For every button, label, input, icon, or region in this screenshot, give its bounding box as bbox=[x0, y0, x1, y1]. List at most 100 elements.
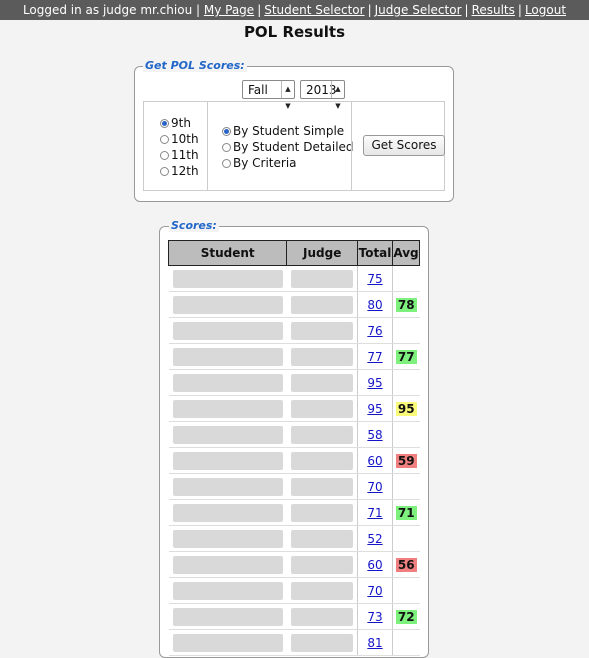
nav-separator: | bbox=[257, 3, 262, 17]
radio-button[interactable] bbox=[160, 118, 169, 128]
logout-link[interactable]: Logout bbox=[525, 3, 566, 17]
avg-column-header: Avg bbox=[392, 240, 420, 266]
student-name-cell bbox=[168, 369, 287, 396]
total-cell: 80 bbox=[357, 291, 393, 318]
student-name-cell bbox=[168, 603, 287, 630]
table-row: 80 78 bbox=[168, 291, 420, 318]
mode-radio-option[interactable]: By Criteria bbox=[222, 155, 354, 171]
redacted-student-name bbox=[172, 451, 283, 470]
total-score-link[interactable]: 70 bbox=[367, 584, 382, 598]
redacted-judge-name bbox=[290, 269, 354, 288]
redacted-student-name bbox=[172, 477, 283, 496]
table-row: 75 bbox=[168, 265, 420, 292]
radio-button[interactable] bbox=[222, 126, 231, 136]
total-score-link[interactable]: 70 bbox=[367, 480, 382, 494]
redacted-student-name bbox=[172, 581, 283, 600]
grade-radio-option[interactable]: 12th bbox=[160, 163, 199, 179]
redacted-student-name bbox=[172, 503, 283, 522]
radio-selected-dot bbox=[224, 128, 229, 134]
total-score-link[interactable]: 80 bbox=[367, 298, 382, 312]
student-name-cell bbox=[168, 291, 287, 318]
grade-radio-option[interactable]: 9th bbox=[160, 115, 199, 131]
total-score-link[interactable]: 81 bbox=[367, 636, 382, 650]
redacted-judge-name bbox=[290, 399, 354, 418]
get-scores-legend: Get POL Scores: bbox=[143, 59, 247, 72]
avg-cell bbox=[392, 525, 420, 552]
student-selector-link[interactable]: Student Selector bbox=[264, 3, 364, 17]
total-cell: 70 bbox=[357, 577, 393, 604]
student-name-cell bbox=[168, 447, 287, 474]
avg-cell bbox=[392, 577, 420, 604]
judge-selector-link[interactable]: Judge Selector bbox=[375, 3, 462, 17]
table-row: 70 bbox=[168, 577, 420, 604]
judge-name-cell bbox=[286, 525, 358, 552]
judge-name-cell bbox=[286, 291, 358, 318]
total-score-link[interactable]: 58 bbox=[367, 428, 382, 442]
table-row: 73 72 bbox=[168, 603, 420, 630]
nav-separator: | bbox=[517, 3, 522, 17]
avg-cell bbox=[392, 317, 420, 344]
redacted-student-name bbox=[172, 347, 283, 366]
total-score-link[interactable]: 76 bbox=[367, 324, 382, 338]
total-score-link[interactable]: 95 bbox=[367, 402, 382, 416]
radio-button[interactable] bbox=[160, 150, 169, 160]
judge-name-cell bbox=[286, 265, 358, 292]
avg-cell: 95 bbox=[392, 395, 420, 422]
radio-button[interactable] bbox=[160, 134, 169, 144]
redacted-student-name bbox=[172, 399, 283, 418]
redacted-student-name bbox=[172, 607, 283, 626]
scores-table: Student Judge Total Avg 75 80 78 76 77 77 95 95… bbox=[167, 240, 420, 656]
total-cell: 52 bbox=[357, 525, 393, 552]
total-cell: 75 bbox=[357, 265, 393, 292]
total-cell: 95 bbox=[357, 369, 393, 396]
total-score-link[interactable]: 73 bbox=[367, 610, 382, 624]
radio-button[interactable] bbox=[222, 142, 231, 152]
total-cell: 73 bbox=[357, 603, 393, 630]
total-score-link[interactable]: 75 bbox=[367, 272, 382, 286]
mode-radio-option[interactable]: By Student Detailed bbox=[222, 139, 354, 155]
student-name-cell bbox=[168, 629, 287, 656]
my-page-link[interactable]: My Page bbox=[204, 3, 254, 17]
redacted-judge-name bbox=[290, 477, 354, 496]
grade-radio-option[interactable]: 11th bbox=[160, 147, 199, 163]
total-score-link[interactable]: 77 bbox=[367, 350, 382, 364]
mode-label: By Student Detailed bbox=[233, 140, 354, 154]
student-name-cell bbox=[168, 551, 287, 578]
total-cell: 58 bbox=[357, 421, 393, 448]
total-score-link[interactable]: 95 bbox=[367, 376, 382, 390]
redacted-judge-name bbox=[290, 503, 354, 522]
mode-options-cell: By Student Simple By Student Detailed By C… bbox=[207, 101, 354, 191]
year-select[interactable]: 2013 ▲ ▼ bbox=[300, 80, 345, 110]
avg-score-badge: 78 bbox=[395, 297, 417, 312]
avg-cell bbox=[392, 265, 420, 292]
redacted-judge-name bbox=[290, 373, 354, 392]
student-name-cell bbox=[168, 343, 287, 370]
logged-in-text: Logged in as judge mr.chiou | bbox=[22, 3, 201, 17]
table-row: 81 bbox=[168, 629, 420, 656]
grade-radio-option[interactable]: 10th bbox=[160, 131, 199, 147]
total-score-link[interactable]: 71 bbox=[367, 506, 382, 520]
table-row: 60 59 bbox=[168, 447, 420, 474]
get-scores-button[interactable]: Get Scores bbox=[363, 135, 445, 156]
radio-button[interactable] bbox=[160, 166, 169, 176]
radio-button[interactable] bbox=[222, 158, 231, 168]
season-select[interactable]: Fall ▲ ▼ bbox=[242, 80, 295, 110]
total-score-link[interactable]: 60 bbox=[367, 454, 382, 468]
table-row: 58 bbox=[168, 421, 420, 448]
redacted-judge-name bbox=[290, 321, 354, 340]
judge-name-cell bbox=[286, 317, 358, 344]
total-score-link[interactable]: 52 bbox=[367, 532, 382, 546]
table-row: 77 77 bbox=[168, 343, 420, 370]
table-row: 95 95 bbox=[168, 395, 420, 422]
mode-radio-option[interactable]: By Student Simple bbox=[222, 123, 354, 139]
judge-name-cell bbox=[286, 395, 358, 422]
avg-cell bbox=[392, 369, 420, 396]
avg-cell: 77 bbox=[392, 343, 420, 370]
total-cell: 70 bbox=[357, 473, 393, 500]
results-link[interactable]: Results bbox=[472, 3, 515, 17]
student-name-cell bbox=[168, 395, 287, 422]
judge-name-cell bbox=[286, 447, 358, 474]
judge-name-cell bbox=[286, 473, 358, 500]
total-score-link[interactable]: 60 bbox=[367, 558, 382, 572]
total-cell: 60 bbox=[357, 447, 393, 474]
